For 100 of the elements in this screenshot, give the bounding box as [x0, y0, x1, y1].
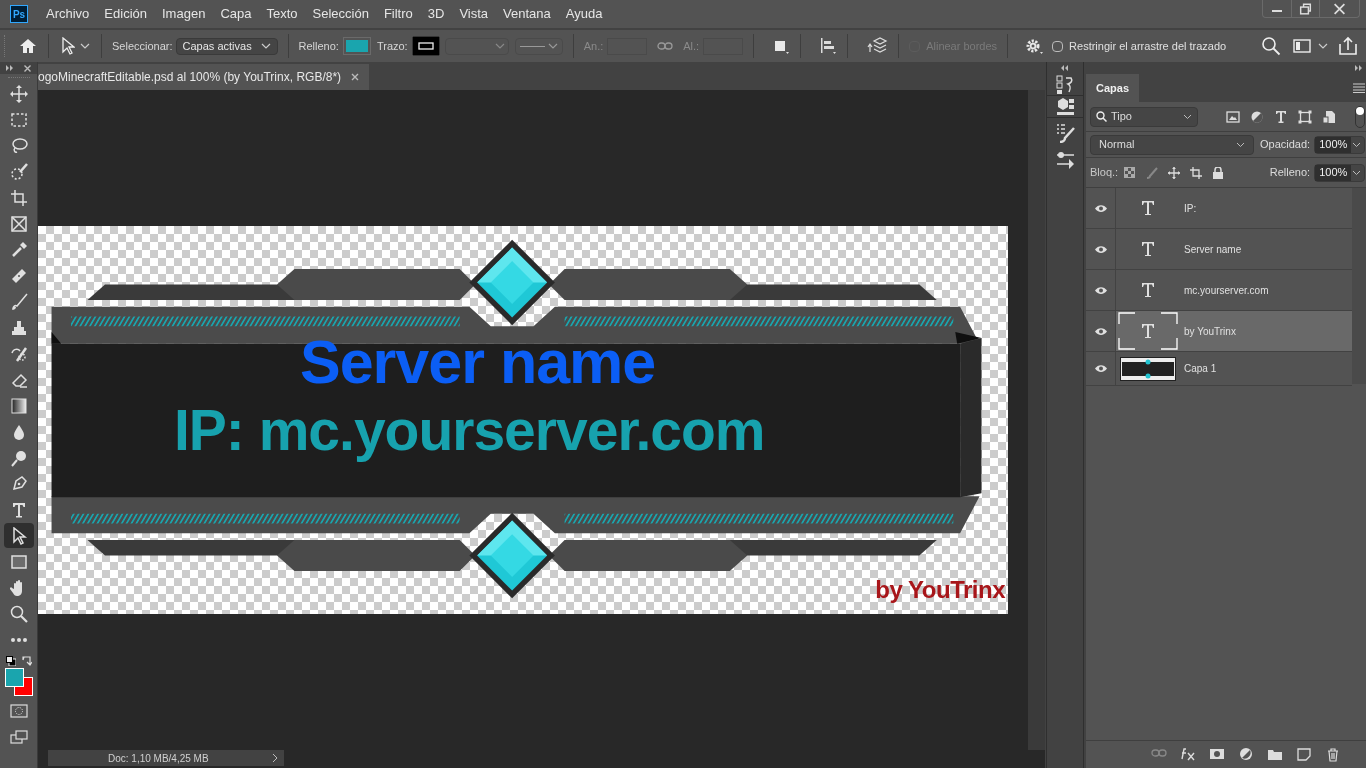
- frame-icon: [9, 214, 28, 233]
- close-icon[interactable]: [24, 64, 31, 72]
- layer-row[interactable]: Server name: [1086, 229, 1353, 270]
- align-icon[interactable]: [819, 37, 838, 55]
- caret-icon: [1352, 141, 1362, 148]
- shape-filter-icon[interactable]: [1298, 109, 1312, 124]
- adjustment-icon[interactable]: [1238, 747, 1255, 762]
- chevron-right-icon[interactable]: [272, 753, 278, 763]
- menu-item[interactable]: Filtro: [383, 4, 413, 24]
- filter-dropdown[interactable]: Tipo: [1090, 106, 1198, 127]
- caret-icon: [260, 42, 271, 50]
- type-icon: [1141, 241, 1155, 257]
- scrollbar[interactable]: [1352, 188, 1366, 384]
- link-icon[interactable]: [657, 41, 674, 51]
- new-layer-icon[interactable]: [1296, 747, 1313, 762]
- type-icon: [1141, 323, 1155, 339]
- quick-mask-icon[interactable]: [9, 704, 28, 718]
- stamp-icon: [9, 318, 28, 337]
- stroke-type-dropdown[interactable]: [514, 37, 563, 55]
- tool-button[interactable]: [3, 523, 34, 548]
- checkerboard-icon[interactable]: [1124, 166, 1137, 179]
- sliders-icon[interactable]: [1054, 149, 1076, 171]
- brush-selection-icon: [9, 162, 28, 181]
- expand-icon[interactable]: [6, 65, 14, 71]
- menu-item[interactable]: Ayuda: [565, 4, 603, 24]
- menu-item[interactable]: Selección: [312, 4, 369, 24]
- more-icon: [9, 636, 28, 643]
- caret-icon[interactable]: [79, 41, 91, 51]
- caret-icon: [1183, 113, 1192, 120]
- type-filter-icon[interactable]: [1274, 109, 1288, 124]
- blend-mode-dropdown[interactable]: Normal: [1090, 134, 1254, 155]
- eye-icon[interactable]: [1093, 326, 1108, 336]
- status-bar: Doc: 1,10 MB/4,25 MB: [48, 750, 284, 766]
- workspace-icon[interactable]: [1293, 38, 1313, 54]
- eye-icon[interactable]: [1093, 285, 1108, 295]
- share-icon[interactable]: [1338, 36, 1358, 56]
- search-icon[interactable]: [1261, 36, 1281, 56]
- rectangle-icon: [9, 552, 28, 571]
- panel-tab[interactable]: Capas: [1086, 74, 1140, 102]
- menu-item[interactable]: Texto: [266, 4, 298, 24]
- image-filter-icon[interactable]: [1226, 109, 1240, 124]
- layer-row[interactable]: IP:: [1086, 188, 1353, 229]
- close-icon[interactable]: [351, 73, 360, 81]
- credit-text: by YouTrinx: [875, 578, 1005, 602]
- color-swatches[interactable]: [4, 668, 33, 696]
- home-icon[interactable]: [18, 37, 38, 55]
- eye-icon[interactable]: [1093, 244, 1108, 254]
- layer-select-dropdown[interactable]: Capas activas: [175, 37, 278, 55]
- menu-item[interactable]: Vista: [459, 4, 489, 24]
- menu-item[interactable]: Ventana: [503, 4, 551, 24]
- menu-icon[interactable]: [1353, 83, 1366, 93]
- cube-icon[interactable]: [1054, 96, 1076, 117]
- caret-icon: [1236, 141, 1245, 148]
- menu-item[interactable]: Edición: [104, 4, 147, 24]
- layer-row[interactable]: by YouTrinx: [1086, 311, 1353, 352]
- menu-item[interactable]: Imagen: [162, 4, 206, 24]
- mask-icon[interactable]: [1209, 747, 1226, 762]
- opacity-field[interactable]: 100%: [1314, 135, 1366, 154]
- layer-row[interactable]: Capa 1: [1086, 352, 1353, 386]
- screen-mode-icon[interactable]: [9, 730, 28, 744]
- checkbox[interactable]: Restringir el arrastre del trazado: [1052, 37, 1227, 55]
- scrollbar[interactable]: [1028, 90, 1045, 750]
- menu-item[interactable]: Archivo: [46, 4, 90, 24]
- selection-brackets-icon: [1118, 312, 1178, 350]
- smart-object-filter-icon[interactable]: [1322, 109, 1336, 124]
- fill-swatch[interactable]: [342, 37, 371, 55]
- eye-icon[interactable]: [1093, 203, 1108, 213]
- layer-row[interactable]: mc.yourserver.com: [1086, 270, 1353, 311]
- move-arrows-icon[interactable]: [1168, 166, 1181, 179]
- type-icon: [1141, 200, 1155, 216]
- cursor-arrow-icon[interactable]: [61, 37, 75, 55]
- collapse-icon[interactable]: [1061, 65, 1069, 71]
- lock-icon[interactable]: [1212, 166, 1225, 179]
- lasso-icon: [9, 136, 28, 155]
- banner-title: Server name: [300, 332, 656, 393]
- document-tab[interactable]: ogoMinecraftEditable.psd al 100% (by YouTrinx, RGB/8*): [38, 64, 370, 90]
- menu-item[interactable]: 3D: [427, 4, 445, 24]
- app-logo: Ps: [10, 5, 28, 23]
- swap-arrows-icon[interactable]: [21, 656, 32, 666]
- select-label: Seleccionar:: [112, 38, 173, 54]
- effects-icon[interactable]: [1180, 747, 1197, 762]
- type-icon: [1141, 282, 1155, 298]
- crop-frame-icon[interactable]: [1190, 166, 1203, 179]
- eye-icon[interactable]: [1093, 364, 1108, 373]
- gear-icon[interactable]: [1024, 37, 1045, 55]
- dashed-rectangle-icon: [9, 110, 28, 129]
- fill-field[interactable]: 100%: [1314, 163, 1366, 182]
- folder-icon[interactable]: [1267, 747, 1284, 762]
- default-colors-icon[interactable]: [5, 656, 16, 666]
- fill-label: Relleno:: [298, 38, 339, 54]
- adjustment-filter-icon[interactable]: [1250, 109, 1264, 124]
- expand-icon[interactable]: [1355, 65, 1364, 71]
- caret-icon: [547, 42, 558, 50]
- lock-label: Bloq.:: [1090, 165, 1119, 181]
- stroke-swatch[interactable]: [411, 36, 440, 56]
- menu-item[interactable]: Capa: [220, 4, 252, 24]
- brush-list-icon[interactable]: [1054, 121, 1076, 143]
- layer-stack-icon[interactable]: [866, 37, 889, 55]
- stroke-label: Trazo:: [376, 38, 408, 54]
- caret-icon[interactable]: [1318, 42, 1328, 50]
